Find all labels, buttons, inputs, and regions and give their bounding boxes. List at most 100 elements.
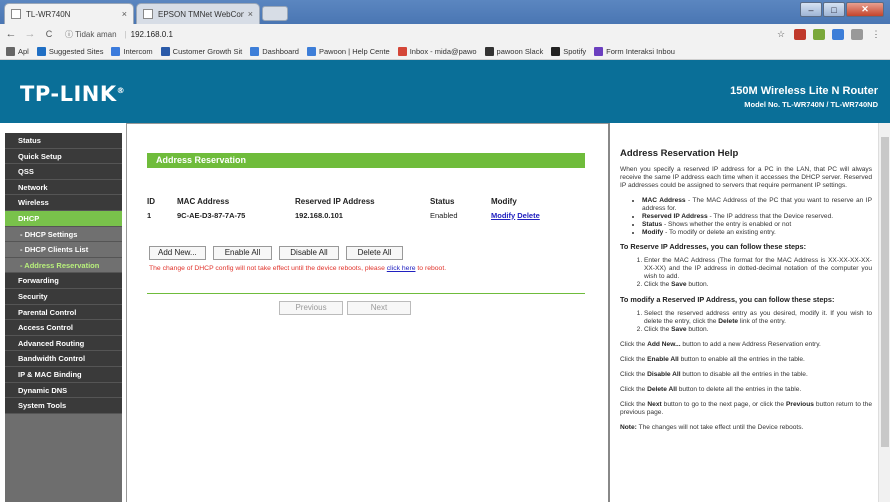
- tab-tl-wr740n[interactable]: TL-WR740N ×: [4, 3, 134, 24]
- help-note: Note: The changes will not take effect u…: [620, 424, 804, 431]
- sidebar-item-wireless[interactable]: Wireless: [5, 195, 122, 211]
- divider: [147, 293, 585, 294]
- sidebar-item-bandwidth-control[interactable]: Bandwidth Control: [5, 351, 122, 367]
- bookmark-icon: [397, 47, 407, 56]
- tab-epson-tmnet[interactable]: EPSON TMNet WebConfi ×: [136, 3, 260, 24]
- url-text[interactable]: 192.168.0.1: [131, 30, 173, 39]
- extension-icon[interactable]: [832, 28, 844, 40]
- bookmark-icon: [551, 47, 561, 56]
- help-bullet: Status - Shows whether the entry is enab…: [642, 221, 872, 229]
- bookmark-icon: [36, 47, 46, 56]
- close-tab-icon[interactable]: ×: [248, 9, 253, 19]
- table-header-row: ID MAC Address Reserved IP Address Statu…: [147, 194, 571, 208]
- bookmark-label: pawoon Slack: [496, 47, 544, 56]
- menu-icon[interactable]: ⋮: [870, 29, 882, 40]
- close-window-button[interactable]: ✕: [846, 2, 884, 17]
- minimize-button[interactable]: –: [800, 2, 822, 17]
- previous-button[interactable]: Previous: [279, 301, 343, 315]
- column-header-modify: Modify: [491, 196, 517, 206]
- bookmark-item[interactable]: Spotify: [551, 47, 586, 56]
- table-row: 1 9C-AE-D3-87-7A-75 192.168.0.101 Enable…: [147, 208, 571, 222]
- logo-text: TP-LINK: [20, 82, 117, 106]
- sidebar-item-access-control[interactable]: Access Control: [5, 320, 122, 336]
- forward-button[interactable]: →: [22, 28, 38, 40]
- bookmark-item[interactable]: Suggested Sites: [36, 47, 103, 56]
- new-tab-button[interactable]: [262, 6, 288, 21]
- sidebar-menu: Status Quick Setup QSS Network Wireless DHCP -…: [5, 133, 122, 502]
- browser-titlebar: TL-WR740N × EPSON TMNet WebConfi × – □ ✕: [0, 0, 890, 24]
- bookmark-item[interactable]: Form Interaksi Inbou: [594, 47, 675, 56]
- bookmark-item[interactable]: pawoon Slack: [484, 47, 544, 56]
- close-tab-icon[interactable]: ×: [122, 9, 127, 19]
- bookmark-item[interactable]: Apl: [6, 47, 29, 56]
- bookmark-item[interactable]: Pawoon | Help Cente: [306, 47, 390, 56]
- tab-label: TL-WR740N: [26, 9, 71, 19]
- tab-label: EPSON TMNet WebConfi: [158, 9, 244, 19]
- bookmark-item[interactable]: Inbox - mida@pawo: [397, 47, 477, 56]
- sidebar-item-system-tools[interactable]: System Tools: [5, 398, 122, 414]
- sidebar-item-security[interactable]: Security: [5, 288, 122, 305]
- modify-link[interactable]: Modify: [491, 211, 515, 220]
- extension-icon[interactable]: [851, 28, 863, 40]
- back-button[interactable]: ←: [3, 28, 19, 40]
- sidebar-item-status[interactable]: Status: [5, 133, 122, 149]
- security-indicator[interactable]: ⓘ Tidak aman: [65, 29, 117, 40]
- bookmark-icon: [6, 47, 15, 56]
- bookmark-icon: [484, 47, 494, 56]
- sidebar-item-quick-setup[interactable]: Quick Setup: [5, 148, 122, 165]
- sidebar-item-dhcp-settings[interactable]: - DHCP Settings: [5, 226, 122, 243]
- bookmark-label: Intercom: [123, 47, 153, 56]
- delete-link[interactable]: Delete: [517, 211, 540, 220]
- bookmark-item[interactable]: Intercom: [111, 47, 153, 56]
- sidebar-item-dhcp[interactable]: DHCP: [5, 210, 122, 227]
- enable-all-button[interactable]: Enable All: [212, 246, 273, 260]
- logo-mark: ®: [116, 86, 126, 95]
- sidebar-item-ip-mac-binding[interactable]: IP & MAC Binding: [5, 366, 122, 383]
- sidebar-item-parental-control[interactable]: Parental Control: [5, 304, 122, 321]
- delete-all-button[interactable]: Delete All: [345, 246, 404, 260]
- sidebar-item-forwarding[interactable]: Forwarding: [5, 273, 122, 289]
- reload-button[interactable]: C: [41, 29, 57, 39]
- help-scrollbar[interactable]: [878, 123, 890, 502]
- cell-ip: 192.168.0.101: [295, 210, 343, 220]
- sidebar-item-dynamic-dns[interactable]: Dynamic DNS: [5, 382, 122, 399]
- window-controls: – □ ✕: [800, 2, 884, 17]
- column-header-status: Status: [430, 196, 455, 206]
- help-step: Enter the MAC Address (The format for th…: [644, 257, 872, 281]
- sidebar-item-advanced-routing[interactable]: Advanced Routing: [5, 335, 122, 352]
- help-reserve-steps: Enter the MAC Address (The format for th…: [644, 257, 872, 289]
- help-paragraph: Click the Delete All button to delete al…: [620, 386, 802, 393]
- sidebar-item-address-reservation[interactable]: - Address Reservation: [5, 257, 122, 274]
- disable-all-button[interactable]: Disable All: [279, 246, 339, 260]
- help-bullet: Reserved IP Address - The IP address tha…: [642, 213, 872, 221]
- cell-status: Enabled: [430, 210, 458, 220]
- section-title: Address Reservation: [147, 153, 585, 168]
- bookmark-icon: [250, 47, 260, 56]
- pagination: Previous Next: [279, 301, 411, 315]
- reboot-link[interactable]: click here: [387, 265, 416, 272]
- extension-icon[interactable]: [813, 28, 825, 40]
- sidebar-item-network[interactable]: Network: [5, 179, 122, 196]
- bookmark-icon: [160, 47, 170, 56]
- bookmark-item[interactable]: Customer Growth Sit: [160, 47, 243, 56]
- add-new-button[interactable]: Add New...: [149, 246, 206, 260]
- column-header-id: ID: [147, 196, 155, 206]
- cell-mac: 9C-AE-D3-87-7A-75: [177, 210, 246, 220]
- bookmark-item[interactable]: Dashboard: [250, 47, 299, 56]
- cell-id: 1: [147, 210, 152, 220]
- next-button[interactable]: Next: [347, 301, 411, 315]
- sidebar-item-qss[interactable]: QSS: [5, 164, 122, 180]
- help-bullet: MAC Address - The MAC Address of the PC …: [642, 197, 872, 213]
- maximize-button[interactable]: □: [823, 2, 845, 17]
- bookmark-label: Customer Growth Sit: [172, 47, 243, 56]
- help-paragraph: Click the Enable All button to enable al…: [620, 356, 805, 363]
- extension-icon[interactable]: [794, 28, 806, 40]
- sidebar-item-dhcp-clients-list[interactable]: - DHCP Clients List: [5, 242, 122, 258]
- scrollbar-thumb[interactable]: [881, 137, 889, 447]
- notice-text-end: to reboot.: [415, 265, 447, 272]
- bookmark-star-icon[interactable]: ☆: [775, 29, 787, 40]
- product-title: 150M Wireless Lite N Router: [730, 85, 878, 97]
- help-paragraph: Click the Next button to go to the next …: [620, 401, 872, 416]
- address-bar[interactable]: ⓘ Tidak aman | 192.168.0.1: [65, 26, 775, 42]
- help-intro: When you specify a reserved IP address f…: [620, 166, 872, 189]
